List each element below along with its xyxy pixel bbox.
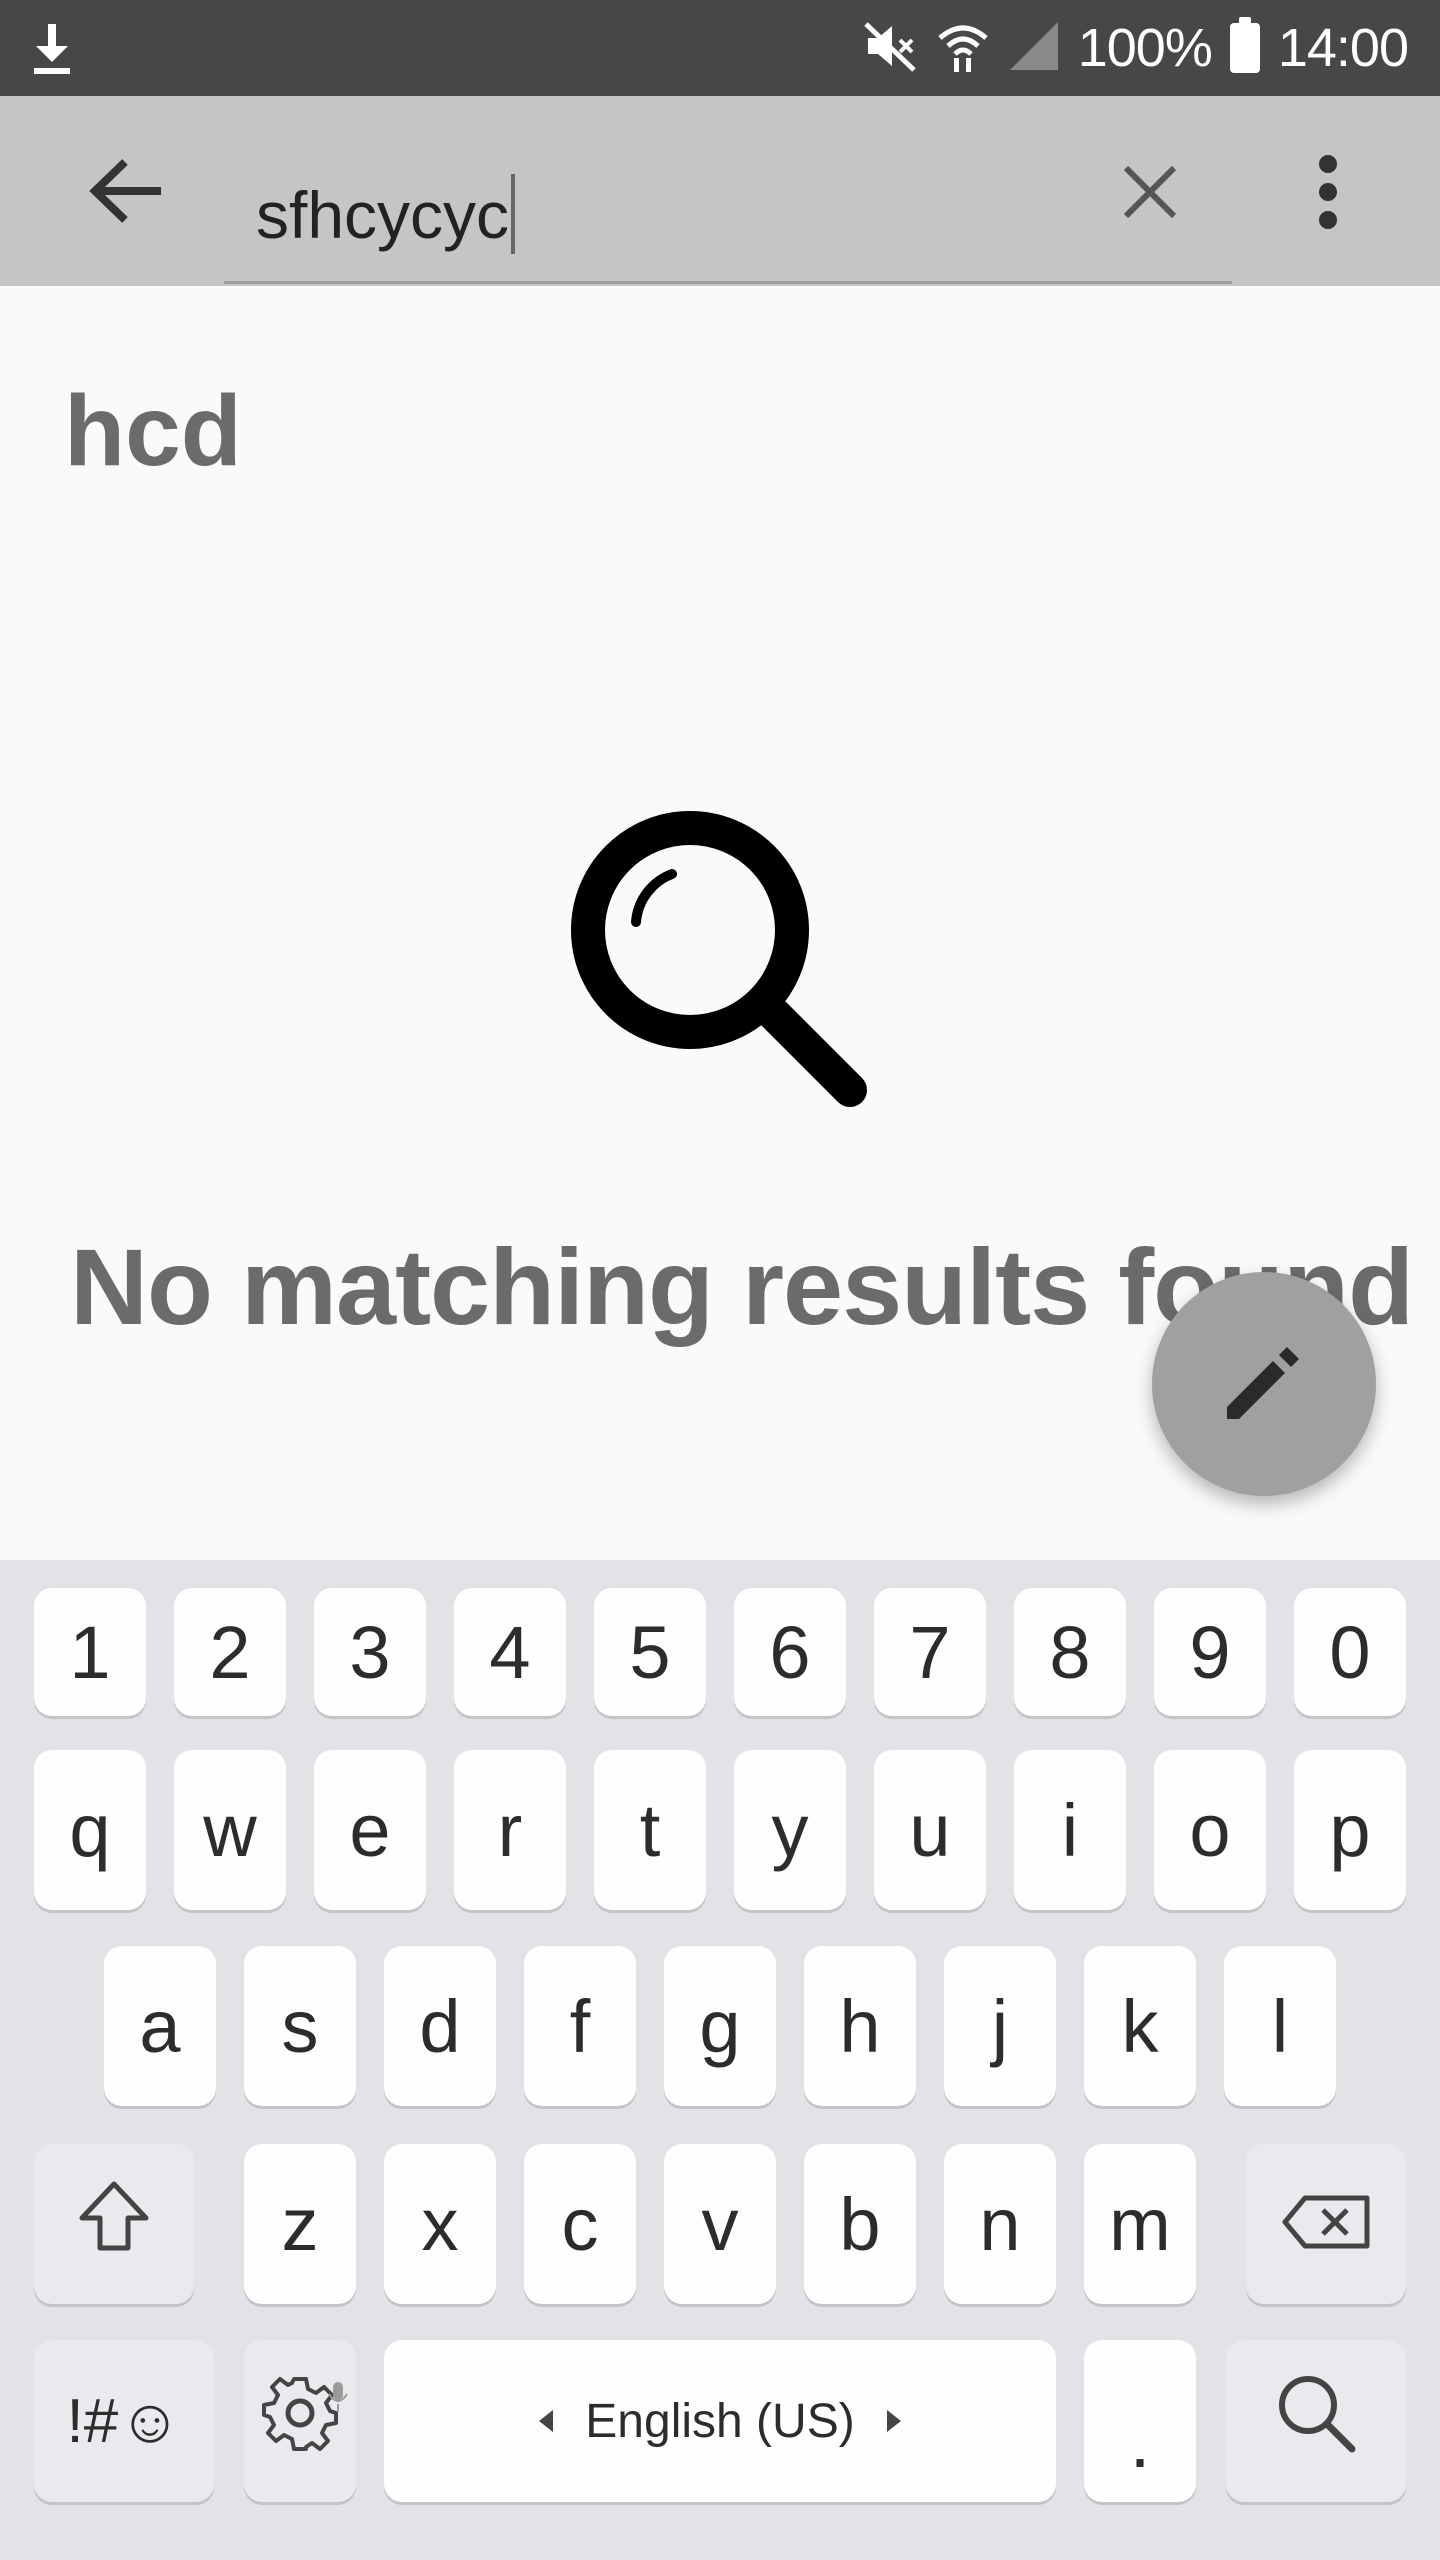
clock: 14:00 bbox=[1277, 18, 1409, 78]
key-x[interactable]: x bbox=[384, 2144, 496, 2304]
space-language-label: English (US) bbox=[585, 2394, 855, 2448]
key-p[interactable]: p bbox=[1294, 1750, 1406, 1910]
search-input[interactable]: sfhcycyc bbox=[224, 128, 1232, 284]
settings-key[interactable] bbox=[244, 2340, 356, 2502]
status-bar: 100% 14:00 bbox=[0, 0, 1440, 96]
key-8[interactable]: 8 bbox=[1014, 1588, 1126, 1716]
key-9[interactable]: 9 bbox=[1154, 1588, 1266, 1716]
key-v[interactable]: v bbox=[664, 2144, 776, 2304]
key-j[interactable]: j bbox=[944, 1946, 1056, 2106]
chevron-right-icon bbox=[886, 2410, 901, 2432]
symbols-key[interactable]: !#☺ bbox=[34, 2340, 214, 2502]
key-f[interactable]: f bbox=[524, 1946, 636, 2106]
key-u[interactable]: u bbox=[874, 1750, 986, 1910]
key-0[interactable]: 0 bbox=[1294, 1588, 1406, 1716]
key-r[interactable]: r bbox=[454, 1750, 566, 1910]
key-a[interactable]: a bbox=[104, 1946, 216, 2106]
search-key[interactable] bbox=[1226, 2340, 1406, 2502]
key-b[interactable]: b bbox=[804, 2144, 916, 2304]
key-o[interactable]: o bbox=[1154, 1750, 1266, 1910]
search-key-icon bbox=[1274, 2371, 1358, 2472]
magnifier-icon bbox=[568, 808, 872, 1112]
mute-icon bbox=[862, 18, 918, 79]
key-k[interactable]: k bbox=[1084, 1946, 1196, 2106]
key-z[interactable]: z bbox=[244, 2144, 356, 2304]
backspace-icon bbox=[1281, 2182, 1371, 2267]
key-7[interactable]: 7 bbox=[874, 1588, 986, 1716]
backspace-key[interactable] bbox=[1246, 2144, 1406, 2304]
back-arrow-icon[interactable] bbox=[72, 136, 182, 246]
more-vert-icon[interactable] bbox=[1278, 142, 1378, 242]
key-g[interactable]: g bbox=[664, 1946, 776, 2106]
key-t[interactable]: t bbox=[594, 1750, 706, 1910]
notebook-title: hcd bbox=[64, 375, 242, 487]
download-icon bbox=[28, 20, 76, 76]
text-caret bbox=[511, 174, 516, 254]
period-key[interactable]: . bbox=[1084, 2340, 1196, 2502]
key-6[interactable]: 6 bbox=[734, 1588, 846, 1716]
key-n[interactable]: n bbox=[944, 2144, 1056, 2304]
signal-icon bbox=[1008, 18, 1060, 79]
battery-icon bbox=[1229, 17, 1260, 73]
key-d[interactable]: d bbox=[384, 1946, 496, 2106]
key-e[interactable]: e bbox=[314, 1750, 426, 1910]
edit-fab-button[interactable] bbox=[1152, 1272, 1376, 1496]
key-h[interactable]: h bbox=[804, 1946, 916, 2106]
shift-icon bbox=[76, 2178, 152, 2271]
key-m[interactable]: m bbox=[1084, 2144, 1196, 2304]
pencil-icon bbox=[1219, 1337, 1309, 1432]
period-label: . bbox=[1129, 2399, 1151, 2483]
key-l[interactable]: l bbox=[1224, 1946, 1336, 2106]
key-2[interactable]: 2 bbox=[174, 1588, 286, 1716]
wifi-icon bbox=[936, 18, 990, 79]
mic-icon bbox=[326, 2346, 350, 2431]
key-3[interactable]: 3 bbox=[314, 1588, 426, 1716]
key-w[interactable]: w bbox=[174, 1750, 286, 1910]
key-5[interactable]: 5 bbox=[594, 1588, 706, 1716]
symbols-label: !#☺ bbox=[66, 2386, 182, 2456]
chevron-left-icon bbox=[539, 2410, 554, 2432]
key-y[interactable]: y bbox=[734, 1750, 846, 1910]
space-key[interactable]: English (US) bbox=[384, 2340, 1056, 2502]
key-4[interactable]: 4 bbox=[454, 1588, 566, 1716]
clear-icon[interactable] bbox=[1100, 142, 1200, 242]
shift-key[interactable] bbox=[34, 2144, 194, 2304]
soft-keyboard: 1 2 3 4 5 6 7 8 9 0 q w e r t y u i o p … bbox=[0, 1560, 1440, 2560]
key-1[interactable]: 1 bbox=[34, 1588, 146, 1716]
battery-percent: 100% bbox=[1077, 18, 1213, 78]
key-q[interactable]: q bbox=[34, 1750, 146, 1910]
search-query: sfhcycyc bbox=[256, 178, 510, 252]
key-c[interactable]: c bbox=[524, 2144, 636, 2304]
key-s[interactable]: s bbox=[244, 1946, 356, 2106]
key-i[interactable]: i bbox=[1014, 1750, 1126, 1910]
search-toolbar: sfhcycyc bbox=[0, 96, 1440, 286]
